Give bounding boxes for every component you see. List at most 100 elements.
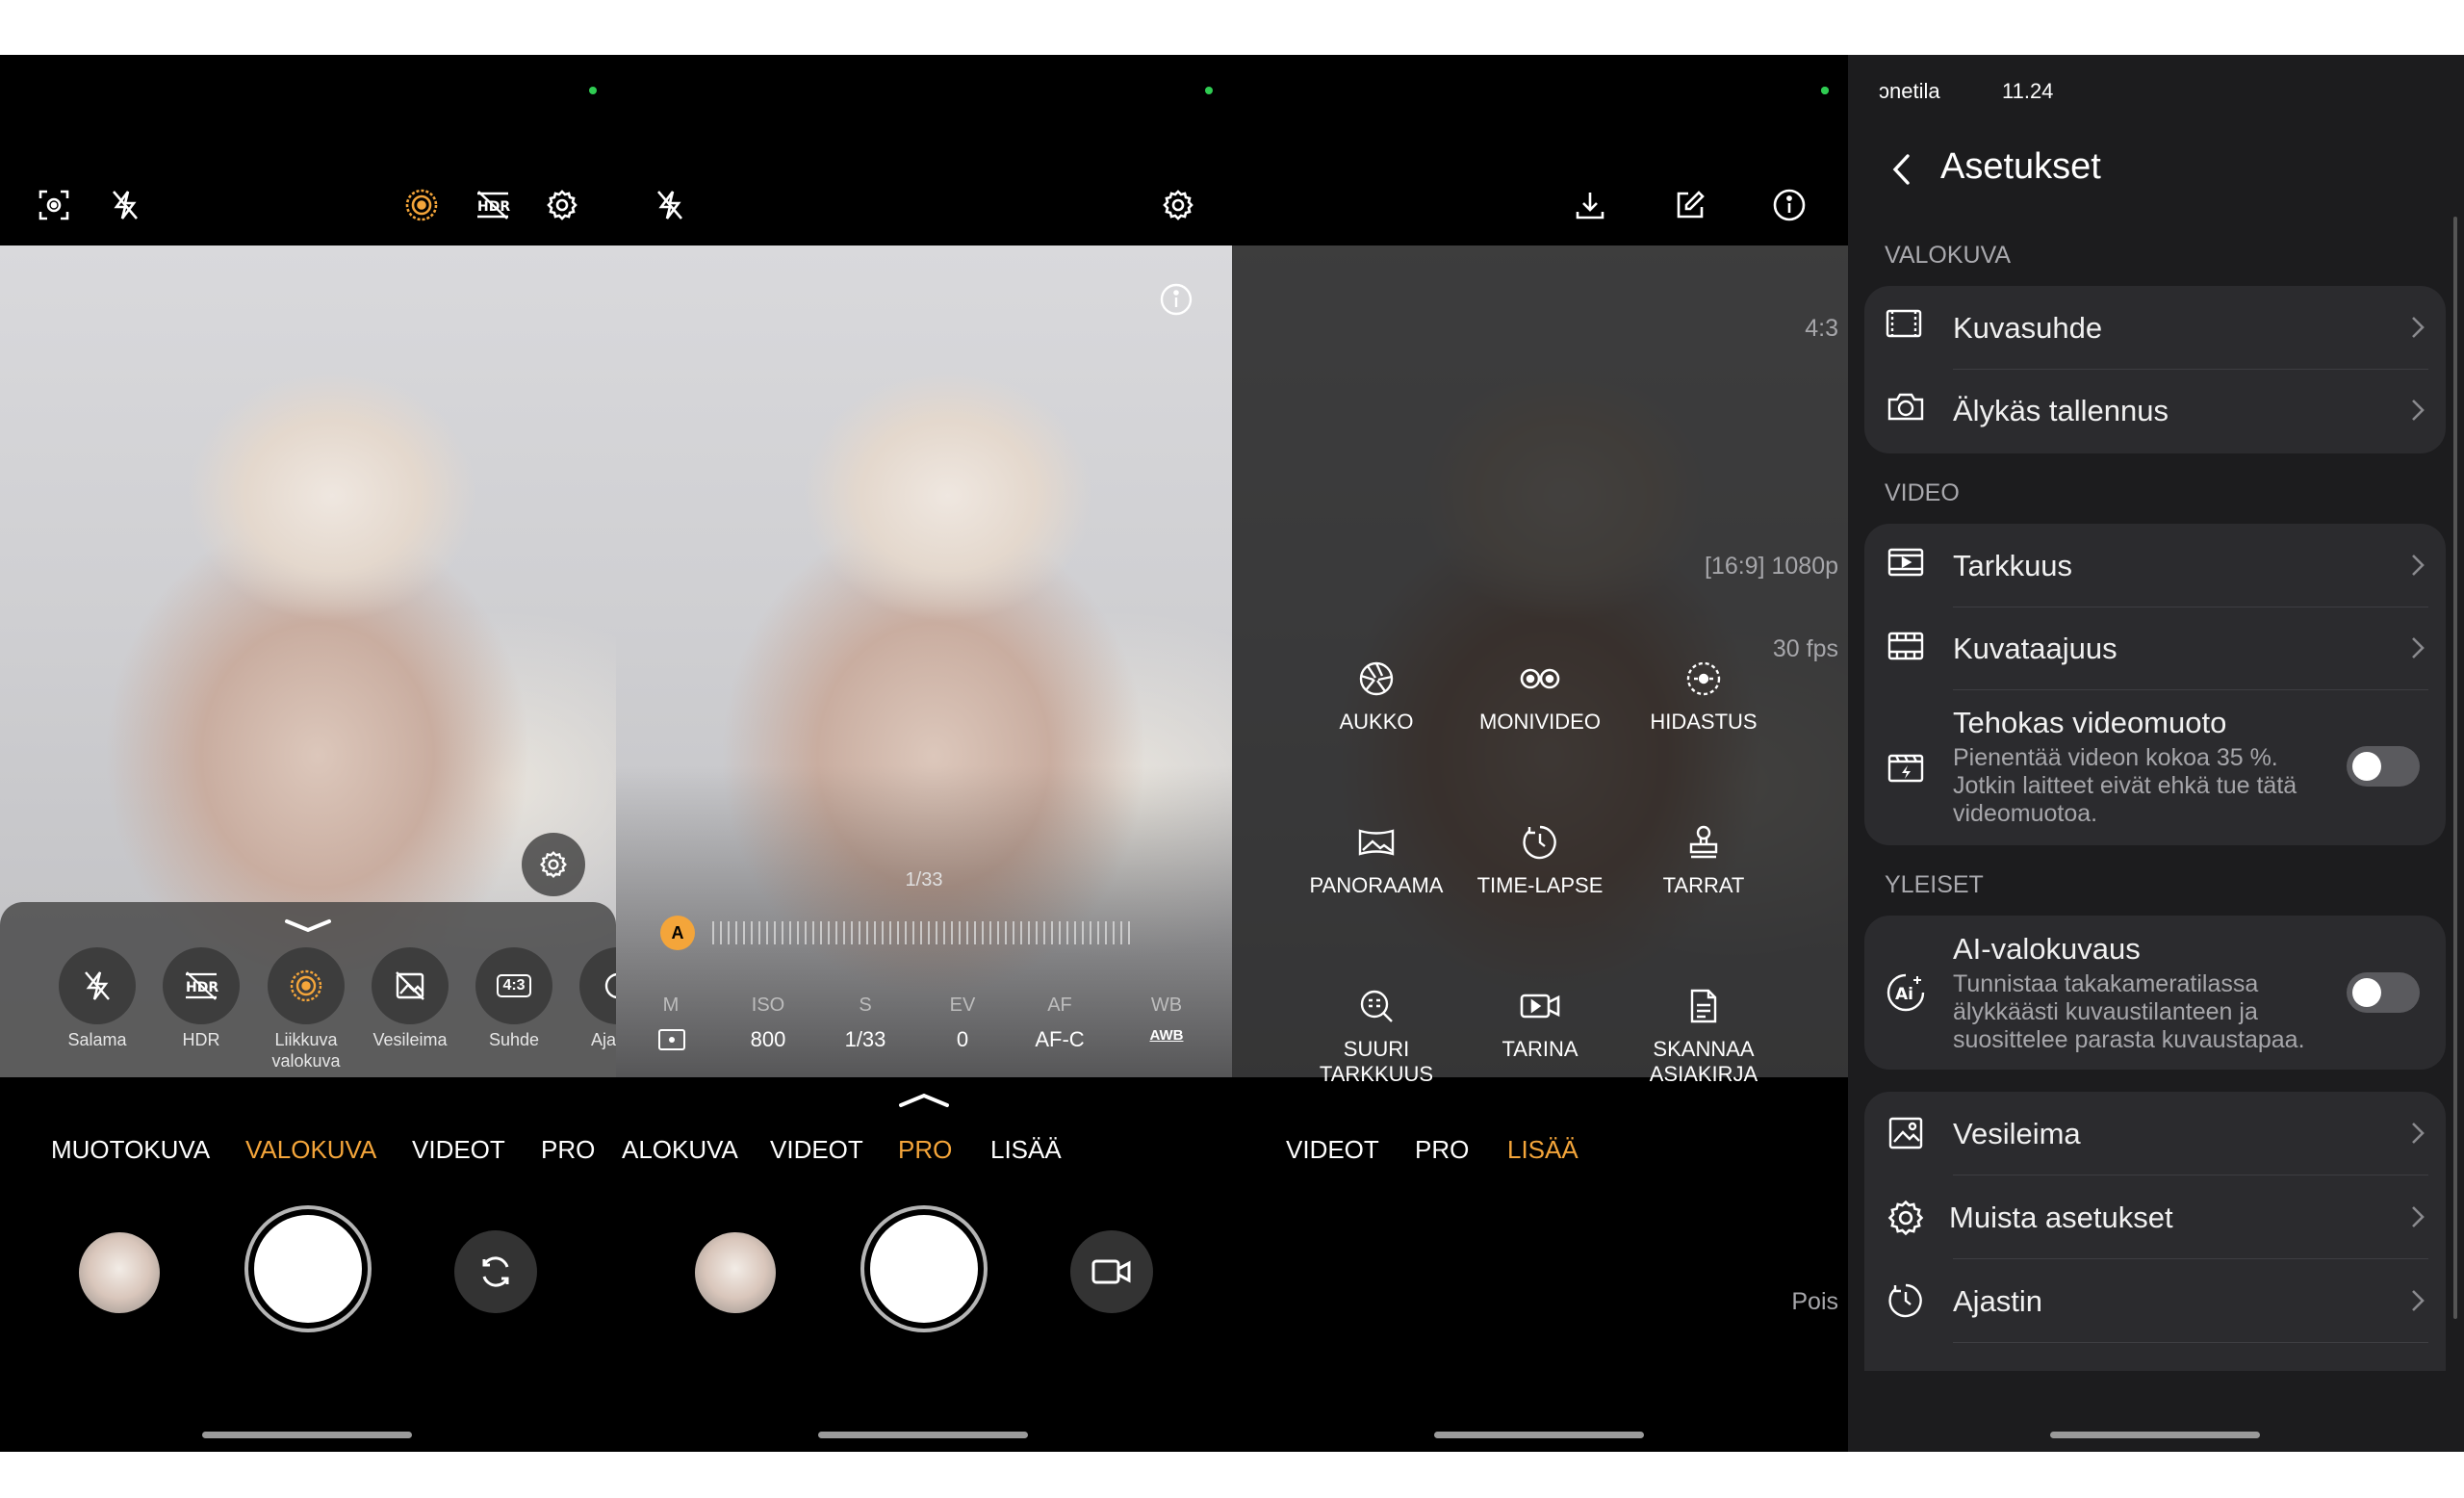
timer-icon [1885, 1282, 1927, 1319]
mode-video[interactable]: VIDEOT [412, 1135, 505, 1165]
mode-portrait[interactable]: MUOTOKUVA [51, 1135, 210, 1165]
param-shutter-label[interactable]: S [822, 994, 909, 1017]
shutter-button[interactable] [254, 1215, 362, 1323]
gallery-thumbnail[interactable] [79, 1232, 160, 1313]
param-wb-value[interactable]: AWB [1123, 1027, 1210, 1044]
hdr-off-icon[interactable]: HDR [472, 186, 514, 224]
mode-more[interactable]: LISÄÄ [990, 1135, 1062, 1165]
edit-icon[interactable] [1671, 186, 1709, 224]
row-divider [1953, 369, 2428, 370]
param-ev-label[interactable]: EV [919, 994, 1006, 1017]
shutter-button[interactable] [870, 1215, 978, 1323]
download-icon[interactable] [1571, 186, 1609, 224]
slowmotion-icon[interactable] [1612, 658, 1795, 700]
section-title-photo: VALOKUVA [1885, 242, 2012, 269]
tool-ratio-button[interactable]: 4:3 [475, 947, 552, 1024]
home-indicator[interactable] [818, 1432, 1028, 1438]
quick-settings-gear-icon[interactable] [522, 833, 585, 896]
param-wb-label[interactable]: WB [1123, 994, 1210, 1017]
row-timer-value: Pois [1791, 1288, 1838, 1315]
chevron-right-icon [2412, 1290, 2425, 1311]
high-resolution-icon[interactable] [1285, 985, 1468, 1027]
mode-video[interactable]: VIDEOT [770, 1135, 863, 1165]
stamp-icon[interactable] [1612, 821, 1795, 864]
home-indicator[interactable] [1434, 1432, 1644, 1438]
back-arrow-icon[interactable] [1886, 150, 1915, 189]
settings-scrollbar[interactable] [2453, 217, 2457, 1319]
flash-off-icon[interactable] [106, 186, 144, 224]
document-scan-icon[interactable] [1612, 985, 1795, 1027]
tool-motion-photo-button[interactable] [268, 947, 345, 1024]
mode-video[interactable]: VIDEOT [1286, 1135, 1379, 1165]
row-efficient-video-desc: Pienentää videon kokoa 35 %. Jotkin lait… [1953, 744, 2297, 827]
row-aspect-title[interactable]: Kuvasuhde [1953, 311, 2102, 346]
collapse-tray-icon[interactable] [279, 914, 337, 937]
shutter-speed-slider[interactable] [712, 921, 1136, 944]
smart-scan-icon[interactable] [35, 186, 73, 224]
row-more-settings-title[interactable]: Muista asetukset [1949, 1201, 2173, 1235]
mode-pro[interactable]: PRO [898, 1135, 952, 1165]
story-icon[interactable] [1449, 985, 1631, 1027]
auto-badge[interactable]: A [660, 916, 695, 950]
motion-photo-icon[interactable] [402, 186, 441, 224]
more-multivideo-label[interactable]: MONIVIDEO [1449, 710, 1631, 735]
switch-camera-button[interactable] [454, 1230, 537, 1313]
tool-hdr-label: HDR [182, 1030, 220, 1049]
tool-timer-label: Aja [591, 1030, 616, 1049]
row-watermark-title[interactable]: Vesileima [1953, 1117, 2081, 1151]
frame-rate-icon [1885, 631, 1927, 661]
param-af-label[interactable]: AF [1016, 994, 1103, 1017]
param-shutter-value[interactable]: 1/33 [822, 1027, 909, 1052]
camera-viewfinder[interactable]: 1/33 A [616, 245, 1232, 1077]
param-iso-label[interactable]: ISO [725, 994, 811, 1017]
panorama-icon[interactable] [1285, 821, 1468, 864]
mode-more[interactable]: LISÄÄ [1507, 1135, 1578, 1165]
settings-gear-icon[interactable] [543, 186, 581, 224]
more-slowmotion-label[interactable]: HIDASTUS [1612, 710, 1795, 735]
row-frame-rate-value: 30 fps [1772, 635, 1838, 662]
more-high-resolution-label[interactable]: SUURI TARKKUUS [1285, 1037, 1468, 1087]
row-frame-rate-title[interactable]: Kuvataajuus [1953, 632, 2118, 666]
more-story-label[interactable]: TARINA [1449, 1037, 1631, 1062]
more-aperture-label[interactable]: AUKKO [1285, 710, 1468, 735]
param-af-value[interactable]: AF-C [1016, 1027, 1103, 1052]
more-panorama-label[interactable]: PANORAAMA [1285, 873, 1468, 898]
multivideo-icon[interactable] [1449, 658, 1631, 700]
flash-off-icon[interactable] [651, 186, 689, 224]
efficient-video-toggle[interactable] [2347, 746, 2420, 787]
gallery-thumbnail[interactable] [695, 1232, 776, 1313]
row-smart-save-title[interactable]: Älykäs tallennus [1953, 394, 2169, 428]
timelapse-icon[interactable] [1449, 821, 1631, 864]
tool-hdr-button[interactable]: HDR [163, 947, 240, 1024]
video-record-button[interactable] [1070, 1230, 1153, 1313]
tool-flash-button[interactable] [59, 947, 136, 1024]
list-clip [1848, 1371, 2464, 1452]
info-icon[interactable] [1770, 186, 1809, 224]
param-ev-value[interactable]: 0 [919, 1027, 1006, 1052]
home-indicator[interactable] [2050, 1432, 2260, 1438]
tool-flash-label: Salama [67, 1030, 127, 1049]
mode-pro[interactable]: PRO [1415, 1135, 1469, 1165]
tool-watermark-button[interactable] [372, 947, 449, 1024]
svg-text:Ai: Ai [1895, 985, 1913, 1004]
mode-pro[interactable]: PRO [541, 1135, 595, 1165]
mode-photo[interactable]: VALOKUVA [245, 1135, 376, 1165]
more-timelapse-label[interactable]: TIME-LAPSE [1449, 873, 1631, 898]
ai-photo-toggle[interactable] [2347, 972, 2420, 1013]
info-icon[interactable] [1157, 280, 1195, 319]
settings-gear-icon[interactable] [1159, 186, 1197, 224]
mode-photo[interactable]: ALOKUVA [622, 1135, 738, 1165]
more-document-scan-label[interactable]: SKANNAA ASIAKIRJA [1612, 1037, 1795, 1087]
aperture-icon[interactable] [1285, 658, 1468, 700]
row-resolution-title[interactable]: Tarkkuus [1953, 549, 2072, 583]
param-mode-label[interactable]: M [628, 994, 714, 1017]
home-indicator[interactable] [202, 1432, 412, 1438]
more-stickers-label[interactable]: TARRAT [1612, 873, 1795, 898]
row-ai-photo-desc: Tunnistaa takakameratilassa älykkäästi k… [1953, 970, 2305, 1053]
param-iso-value[interactable]: 800 [725, 1027, 811, 1052]
page-title: Asetukset [1940, 146, 2101, 187]
ratio-icon: 4:3 [497, 974, 531, 997]
metering-icon[interactable] [658, 1029, 685, 1050]
row-timer-title[interactable]: Ajastin [1953, 1284, 2042, 1319]
expand-panel-icon[interactable] [895, 1089, 953, 1112]
